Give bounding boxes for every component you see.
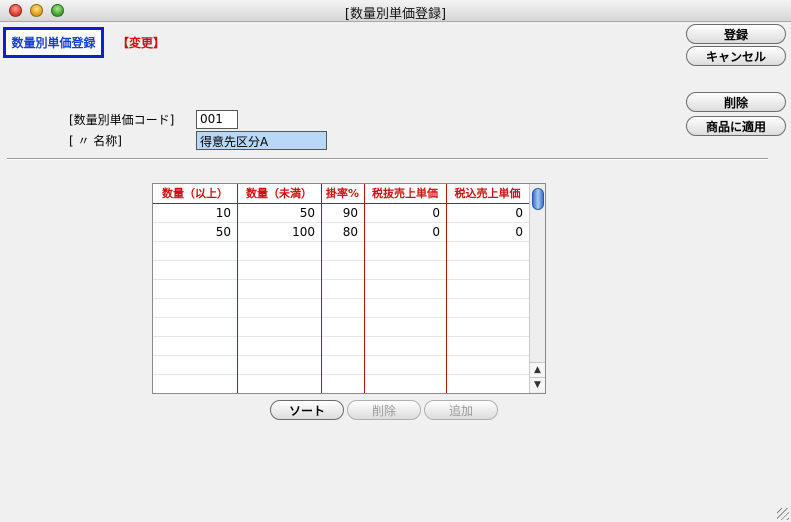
cell-qty-to[interactable] (237, 261, 321, 279)
grid-body: 10 50 90 0 0 50 100 80 0 0 (153, 204, 529, 393)
cancel-button[interactable]: キャンセル (686, 46, 786, 66)
cell-rate[interactable] (321, 242, 364, 260)
cell-price-excl-tax[interactable] (364, 375, 446, 393)
cell-price-incl-tax[interactable] (446, 318, 529, 336)
main-content: 数量別単価登録 【変更】 登録 キャンセル 削除 商品に適用 [数量別単価コード… (0, 22, 791, 522)
register-button[interactable]: 登録 (686, 24, 786, 44)
cell-price-excl-tax[interactable] (364, 242, 446, 260)
code-label: [数量別単価コード] (69, 113, 175, 127)
table-row[interactable] (153, 242, 529, 261)
scroll-up-arrow-icon[interactable]: ▲ (530, 362, 545, 377)
column-divider (446, 184, 447, 393)
screen-title: 数量別単価登録 (3, 27, 104, 58)
column-header-rate[interactable]: 掛率% (321, 184, 364, 204)
cell-price-excl-tax[interactable] (364, 337, 446, 355)
cell-price-excl-tax[interactable] (364, 318, 446, 336)
cell-price-incl-tax[interactable] (446, 280, 529, 298)
table-row[interactable] (153, 261, 529, 280)
cell-qty-from[interactable] (153, 299, 237, 317)
cell-rate[interactable] (321, 375, 364, 393)
table-row[interactable] (153, 337, 529, 356)
grid-scrollbar[interactable]: ▲ ▼ (529, 184, 545, 393)
sort-button[interactable]: ソート (270, 400, 344, 420)
window-title: [数量別単価登録] (344, 7, 447, 22)
cell-price-incl-tax[interactable] (446, 337, 529, 355)
cell-price-incl-tax[interactable]: 0 (446, 204, 529, 222)
row-delete-button[interactable]: 削除 (347, 400, 421, 420)
delete-button[interactable]: 削除 (686, 92, 786, 112)
cell-price-excl-tax[interactable] (364, 299, 446, 317)
column-divider (321, 184, 322, 393)
column-header-qty-from[interactable]: 数量（以上） (153, 184, 237, 204)
table-row[interactable]: 50 100 80 0 0 (153, 223, 529, 242)
cell-price-incl-tax[interactable] (446, 261, 529, 279)
table-row[interactable] (153, 299, 529, 318)
cell-qty-to[interactable] (237, 318, 321, 336)
cell-qty-from[interactable] (153, 337, 237, 355)
cell-qty-from[interactable]: 50 (153, 223, 237, 241)
resize-grip-icon[interactable] (777, 508, 789, 520)
column-divider (237, 184, 238, 393)
cell-price-incl-tax[interactable] (446, 242, 529, 260)
cell-qty-to[interactable] (237, 337, 321, 355)
cell-qty-to[interactable] (237, 299, 321, 317)
cell-rate[interactable]: 80 (321, 223, 364, 241)
cell-rate[interactable] (321, 261, 364, 279)
cell-price-incl-tax[interactable] (446, 299, 529, 317)
cell-rate[interactable] (321, 356, 364, 374)
column-header-price-excl-tax[interactable]: 税抜売上単価 (364, 184, 446, 204)
cell-price-excl-tax[interactable]: 0 (364, 223, 446, 241)
table-row[interactable] (153, 280, 529, 299)
cell-price-excl-tax[interactable] (364, 261, 446, 279)
cell-qty-to[interactable] (237, 356, 321, 374)
name-label: [ 〃 名称] (69, 134, 122, 148)
cell-qty-from[interactable] (153, 242, 237, 260)
cell-qty-to[interactable]: 100 (237, 223, 321, 241)
column-header-price-incl-tax[interactable]: 税込売上単価 (446, 184, 529, 204)
table-row[interactable] (153, 375, 529, 393)
cell-qty-from[interactable] (153, 356, 237, 374)
cell-rate[interactable] (321, 299, 364, 317)
column-divider (364, 184, 365, 393)
cell-qty-from[interactable] (153, 280, 237, 298)
table-row[interactable] (153, 356, 529, 375)
table-row[interactable] (153, 318, 529, 337)
title-bar: [数量別単価登録] (0, 0, 791, 22)
cell-rate[interactable] (321, 337, 364, 355)
cell-qty-from[interactable]: 10 (153, 204, 237, 222)
column-header-qty-to[interactable]: 数量（未満） (237, 184, 321, 204)
cell-qty-to[interactable] (237, 242, 321, 260)
cell-price-excl-tax[interactable] (364, 356, 446, 374)
cell-qty-to[interactable] (237, 375, 321, 393)
apply-to-products-button[interactable]: 商品に適用 (686, 116, 786, 136)
quantity-price-grid: 数量（以上） 数量（未満） 掛率% 税抜売上単価 税込売上単価 10 50 90 0 0… (152, 183, 546, 394)
cell-price-incl-tax[interactable]: 0 (446, 223, 529, 241)
name-field[interactable]: 得意先区分A (196, 131, 327, 150)
scroll-thumb[interactable] (532, 188, 544, 210)
cell-qty-from[interactable] (153, 375, 237, 393)
cell-rate[interactable] (321, 280, 364, 298)
cell-qty-from[interactable] (153, 318, 237, 336)
table-row[interactable]: 10 50 90 0 0 (153, 204, 529, 223)
cell-rate[interactable]: 90 (321, 204, 364, 222)
cell-qty-from[interactable] (153, 261, 237, 279)
cell-price-incl-tax[interactable] (446, 356, 529, 374)
cell-qty-to[interactable]: 50 (237, 204, 321, 222)
scroll-down-arrow-icon[interactable]: ▼ (530, 377, 545, 392)
row-add-button[interactable]: 追加 (424, 400, 498, 420)
cell-rate[interactable] (321, 318, 364, 336)
separator (7, 158, 768, 160)
grid-header: 数量（以上） 数量（未満） 掛率% 税抜売上単価 税込売上単価 (153, 184, 529, 204)
cell-price-excl-tax[interactable]: 0 (364, 204, 446, 222)
mode-label: 【変更】 (117, 36, 166, 50)
cell-price-excl-tax[interactable] (364, 280, 446, 298)
cell-qty-to[interactable] (237, 280, 321, 298)
cell-price-incl-tax[interactable] (446, 375, 529, 393)
code-field[interactable]: 001 (196, 110, 238, 129)
